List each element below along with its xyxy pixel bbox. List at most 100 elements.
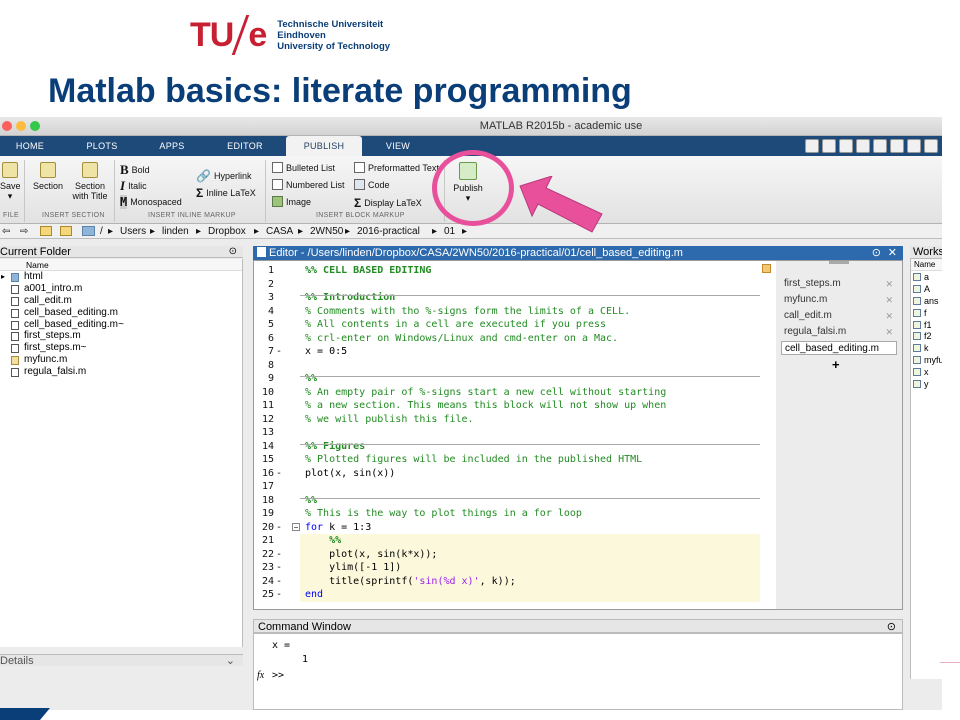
quick-access-icon[interactable] bbox=[805, 139, 819, 153]
breakpoint-marker[interactable]: - bbox=[276, 575, 282, 589]
image-button[interactable]: Image bbox=[272, 196, 311, 207]
workspace-var[interactable]: myfunc bbox=[911, 354, 942, 366]
workspace-var[interactable]: k bbox=[911, 342, 942, 354]
save-icon[interactable] bbox=[822, 139, 836, 153]
path-segment[interactable]: Users bbox=[120, 224, 146, 239]
chevron-right-icon[interactable]: ▸ bbox=[1, 271, 5, 283]
tab-plots[interactable]: PLOTS bbox=[74, 136, 130, 156]
path-segment[interactable]: CASA bbox=[266, 224, 293, 239]
code-line[interactable]: %% bbox=[305, 372, 317, 386]
list-item[interactable]: a001_intro.m bbox=[0, 283, 242, 295]
path-segment[interactable]: 2016-practical bbox=[357, 224, 420, 239]
list-item[interactable]: first_steps.m bbox=[0, 330, 242, 342]
folder-item-html[interactable]: ▸ html bbox=[0, 271, 242, 283]
close-icon[interactable]: ✕ bbox=[888, 246, 897, 260]
switch-windows-icon[interactable] bbox=[924, 139, 938, 153]
back-icon[interactable]: ⇦ bbox=[2, 224, 10, 239]
open-file-tab[interactable]: myfunc.m ✕ bbox=[781, 293, 897, 307]
tab-editor[interactable]: EDITOR bbox=[216, 136, 274, 156]
redo-icon[interactable] bbox=[907, 139, 921, 153]
display-latex-button[interactable]: Σ Display LaTeX bbox=[354, 196, 422, 210]
code-line[interactable]: end bbox=[305, 588, 323, 602]
numbered-list-button[interactable]: Numbered List bbox=[272, 179, 345, 190]
code-line[interactable]: % crl-enter on Windows/Linux and cmd-ent… bbox=[305, 332, 618, 346]
save-button[interactable]: Save ▾ bbox=[0, 162, 21, 201]
column-header-name[interactable]: Name bbox=[911, 259, 942, 271]
tab-apps[interactable]: APPS bbox=[144, 136, 200, 156]
breakpoint-marker[interactable]: - bbox=[276, 561, 282, 575]
panel-menu-icon[interactable]: ⊙ bbox=[872, 246, 881, 260]
command-prompt[interactable]: >> bbox=[272, 670, 284, 681]
paste-icon[interactable] bbox=[873, 139, 887, 153]
warning-marker-icon[interactable] bbox=[762, 264, 771, 273]
panel-menu-icon[interactable]: ⊙ bbox=[229, 246, 237, 258]
close-icon[interactable]: ✕ bbox=[885, 293, 893, 307]
code-line[interactable]: %% Figures bbox=[305, 440, 365, 454]
code-fold-icon[interactable]: − bbox=[292, 522, 300, 531]
code-line[interactable]: % a new section. This means this block w… bbox=[305, 399, 666, 413]
hyperlink-button[interactable]: 🔗 Hyperlink bbox=[196, 169, 251, 183]
workspace-var[interactable]: A bbox=[911, 283, 942, 295]
open-file-tab[interactable]: regula_falsi.m ✕ bbox=[781, 325, 897, 339]
list-item[interactable]: cell_based_editing.m~ bbox=[0, 319, 242, 331]
close-icon[interactable]: ✕ bbox=[885, 309, 893, 323]
path-segment[interactable]: Dropbox bbox=[208, 224, 246, 239]
code-line[interactable]: plot(x, sin(x)) bbox=[305, 467, 395, 481]
workspace-var[interactable]: x bbox=[911, 366, 942, 378]
copy-icon[interactable] bbox=[856, 139, 870, 153]
details-panel-header[interactable]: Details ⌄ bbox=[0, 654, 243, 667]
undo-icon[interactable] bbox=[890, 139, 904, 153]
open-file-tab[interactable]: call_edit.m ✕ bbox=[781, 309, 897, 323]
code-line[interactable]: title(sprintf('sin(%d x)', k)); bbox=[305, 575, 516, 589]
code-line[interactable]: x = 0:5 bbox=[305, 345, 347, 359]
bulleted-list-button[interactable]: Bulleted List bbox=[272, 162, 335, 173]
code-line[interactable]: %% Introduction bbox=[305, 291, 395, 305]
preformatted-text-button[interactable]: Preformatted Text bbox=[354, 162, 439, 173]
cut-icon[interactable] bbox=[839, 139, 853, 153]
tab-view[interactable]: VIEW bbox=[370, 136, 426, 156]
breakpoint-marker[interactable]: - bbox=[276, 345, 282, 359]
code-line[interactable]: % Comments with tho %-signs form the lim… bbox=[305, 305, 630, 319]
workspace-var[interactable]: y bbox=[911, 378, 942, 390]
new-file-button[interactable]: + bbox=[832, 357, 840, 372]
list-item[interactable]: regula_falsi.m bbox=[0, 366, 242, 378]
command-window-body[interactable]: x = 1 fx >> bbox=[253, 633, 903, 710]
close-icon[interactable]: ✕ bbox=[885, 277, 893, 291]
workspace-var[interactable]: f bbox=[911, 307, 942, 319]
breakpoint-marker[interactable]: - bbox=[276, 521, 282, 535]
insert-section-button[interactable]: Section bbox=[30, 162, 66, 191]
breakpoint-marker[interactable]: - bbox=[276, 588, 282, 602]
tab-publish[interactable]: PUBLISH bbox=[286, 136, 362, 156]
chevron-down-icon[interactable]: ⌄ bbox=[226, 655, 235, 667]
list-item[interactable]: call_edit.m bbox=[0, 295, 242, 307]
code-line[interactable]: % we will publish this file. bbox=[305, 413, 474, 427]
resize-handle[interactable] bbox=[829, 261, 849, 264]
workspace-var[interactable]: a bbox=[911, 271, 942, 283]
inline-latex-button[interactable]: Σ Inline LaTeX bbox=[196, 186, 256, 200]
path-segment-root[interactable]: / bbox=[100, 224, 103, 239]
code-line[interactable]: plot(x, sin(k*x)); bbox=[305, 548, 437, 562]
workspace-var[interactable]: ans bbox=[911, 295, 942, 307]
browse-folder-icon[interactable] bbox=[60, 226, 72, 236]
code-line[interactable]: % All contents in a cell are executed if… bbox=[305, 318, 606, 332]
open-file-tab[interactable]: first_steps.m ✕ bbox=[781, 277, 897, 291]
code-line[interactable]: %% CELL BASED EDITING bbox=[305, 264, 431, 278]
code-line[interactable]: % An empty pair of %-signs start a new c… bbox=[305, 386, 666, 400]
list-item[interactable]: myfunc.m bbox=[0, 354, 242, 366]
list-item[interactable]: first_steps.m~ bbox=[0, 342, 242, 354]
code-line[interactable]: % Plotted figures will be included in th… bbox=[305, 453, 642, 467]
path-segment[interactable]: linden bbox=[162, 224, 189, 239]
code-button[interactable]: Code bbox=[354, 179, 390, 190]
forward-icon[interactable]: ⇨ bbox=[20, 224, 28, 239]
tab-home[interactable]: HOME bbox=[4, 136, 56, 156]
path-segment[interactable]: 2WN50 bbox=[310, 224, 343, 239]
workspace-var[interactable]: f1 bbox=[911, 319, 942, 331]
code-line[interactable]: ylim([-1 1]) bbox=[305, 561, 401, 575]
list-item[interactable]: cell_based_editing.m bbox=[0, 307, 242, 319]
panel-menu-icon[interactable]: ⊙ bbox=[887, 620, 896, 634]
breakpoint-marker[interactable]: - bbox=[276, 467, 282, 481]
code-line[interactable]: for k = 1:3 bbox=[305, 521, 371, 535]
bold-button[interactable]: B Bold bbox=[120, 162, 150, 178]
function-browser-icon[interactable]: fx bbox=[257, 670, 264, 681]
path-segment[interactable]: 01 bbox=[444, 224, 455, 239]
